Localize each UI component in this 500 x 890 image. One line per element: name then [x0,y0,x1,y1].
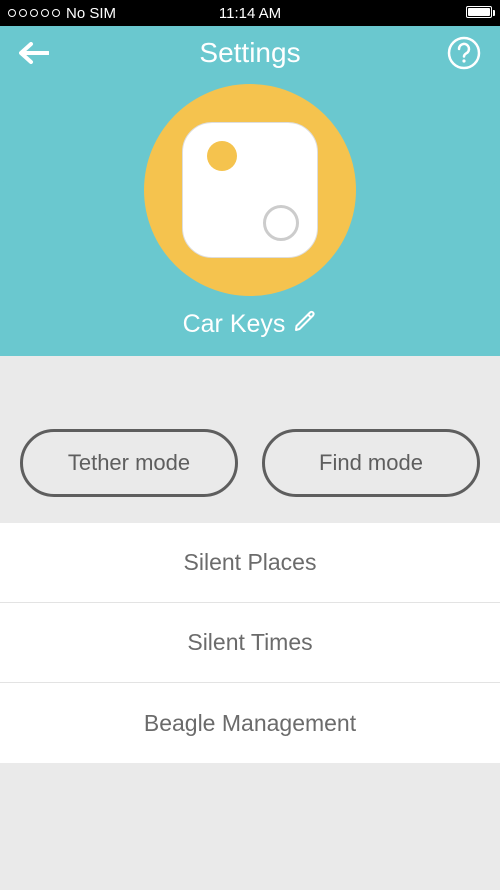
arrow-left-icon [19,42,49,64]
top-bar: Settings [0,26,500,80]
carrier-text: No SIM [66,5,116,22]
device-name: Car Keys [183,310,286,339]
back-button[interactable] [10,26,58,80]
find-mode-button[interactable]: Find mode [262,429,480,497]
status-bar: No SIM 11:14 AM [0,0,500,26]
status-left: No SIM [8,5,116,22]
empty-space [0,763,500,890]
pencil-icon [293,310,317,334]
signal-dots [8,9,60,17]
tether-mode-button[interactable]: Tether mode [20,429,238,497]
help-icon [447,36,481,70]
device-preview: Car Keys [0,84,500,339]
settings-hero: Settings Car Keys [0,26,500,411]
beagle-tile-icon [182,122,318,258]
mode-row: Tether mode Find mode [0,411,500,523]
help-button[interactable] [442,26,486,80]
settings-list: Silent Places Silent Times Beagle Manage… [0,523,500,763]
battery-icon [466,5,492,22]
device-avatar [144,84,356,296]
page-title: Settings [199,37,300,69]
beagle-management-row[interactable]: Beagle Management [0,683,500,763]
silent-times-row[interactable]: Silent Times [0,603,500,683]
silent-places-row[interactable]: Silent Places [0,523,500,603]
edit-name-button[interactable] [293,310,317,339]
status-right [466,5,492,22]
clock: 11:14 AM [219,5,281,22]
device-name-row: Car Keys [183,310,318,339]
